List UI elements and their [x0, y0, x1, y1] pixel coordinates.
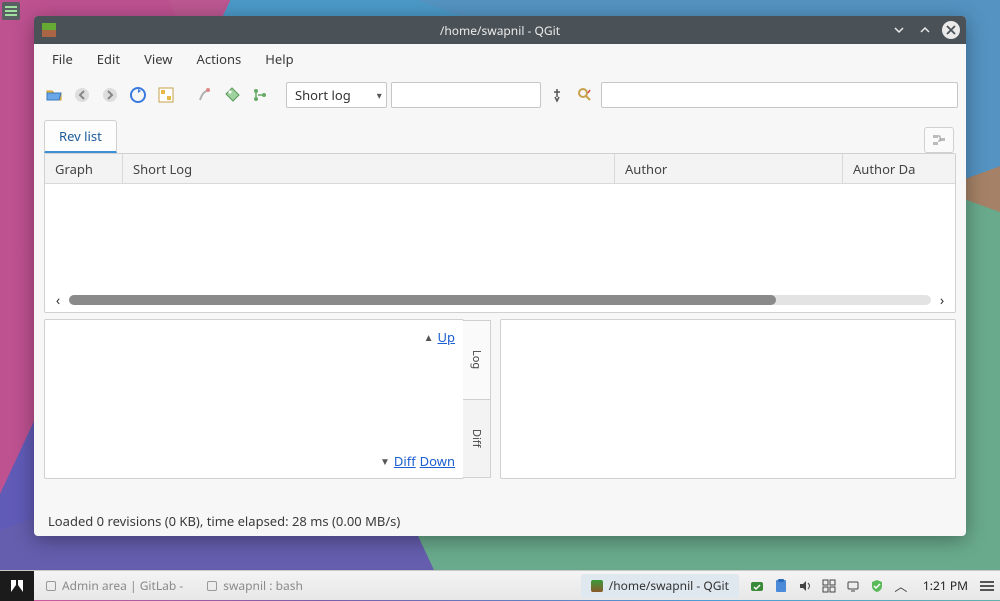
menu-help[interactable]: Help	[253, 46, 305, 72]
tray-expand-icon[interactable]: ︿	[893, 578, 909, 594]
volume-icon[interactable]	[797, 578, 813, 594]
task-label: swapnil : bash	[223, 577, 303, 594]
tag-button[interactable]	[220, 83, 244, 107]
task-label: Admin area | GitLab -	[62, 577, 183, 594]
search-input[interactable]	[601, 82, 958, 108]
statusbar: Loaded 0 revisions (0 KB), time elapsed:…	[34, 506, 966, 536]
clock[interactable]: 1:21 PM	[917, 577, 974, 594]
side-tab-diff[interactable]: Diff	[463, 399, 491, 479]
clipboard-icon[interactable]	[773, 578, 789, 594]
system-tray: ︿	[741, 578, 917, 594]
side-tab-log[interactable]: Log	[463, 320, 491, 399]
task-qgit[interactable]: /home/swapnil - QGit	[581, 574, 739, 598]
window-icon	[207, 581, 217, 591]
panel-menu-button[interactable]	[2, 2, 20, 20]
col-graph[interactable]: Graph	[45, 154, 123, 183]
chevron-down-icon: ▾	[377, 88, 382, 102]
detail-pane[interactable]	[500, 319, 956, 479]
table-body[interactable]	[45, 184, 955, 288]
revision-table: Graph Short Log Author Author Da ‹ ›	[44, 153, 956, 313]
menu-edit[interactable]: Edit	[85, 46, 132, 72]
scroll-left-icon[interactable]: ‹	[51, 291, 65, 310]
log-diff-pane[interactable]: ▲ Up ▼ Diff Down Log Diff	[44, 319, 464, 479]
task-label: /home/swapnil - QGit	[609, 577, 729, 594]
menubar: File Edit View Actions Help	[34, 44, 966, 74]
log-format-combo[interactable]: Short log ▾	[286, 82, 387, 108]
mailmap-button[interactable]	[192, 83, 216, 107]
minimize-button[interactable]	[890, 21, 908, 39]
diff-link[interactable]: Diff	[394, 452, 416, 470]
menu-view[interactable]: View	[132, 46, 184, 72]
branch-button[interactable]	[248, 83, 272, 107]
menu-file[interactable]: File	[40, 46, 85, 72]
filter-input[interactable]	[391, 82, 541, 108]
find-button[interactable]	[573, 83, 597, 107]
titlebar[interactable]: /home/swapnil - QGit	[34, 16, 966, 44]
qgit-window: /home/swapnil - QGit File Edit View Acti…	[34, 16, 966, 536]
filter-tree-button[interactable]	[154, 83, 178, 107]
scroll-right-icon[interactable]: ›	[935, 291, 949, 310]
tabs-row: Rev list	[34, 116, 966, 153]
up-link-row: ▲ Up	[424, 328, 455, 346]
scroll-thumb[interactable]	[69, 295, 776, 305]
updates-icon[interactable]	[749, 578, 765, 594]
up-link[interactable]: Up	[438, 328, 456, 346]
col-authordate[interactable]: Author Da	[843, 154, 955, 183]
toggle-tree-button[interactable]	[924, 127, 954, 153]
status-text: Loaded 0 revisions (0 KB), time elapsed:…	[48, 512, 400, 530]
window-title: /home/swapnil - QGit	[34, 22, 966, 39]
down-link[interactable]: Down	[420, 452, 455, 470]
down-link-row: ▼ Diff Down	[380, 452, 455, 470]
table-header: Graph Short Log Author Author Da	[45, 154, 955, 184]
close-button[interactable]	[942, 21, 960, 39]
tab-rev-list[interactable]: Rev list	[44, 120, 117, 153]
pin-filter-button[interactable]	[545, 83, 569, 107]
forward-button[interactable]	[98, 83, 122, 107]
open-folder-button[interactable]	[42, 83, 66, 107]
refresh-button[interactable]	[126, 83, 150, 107]
toolbar: Short log ▾	[34, 74, 966, 116]
app-icon	[42, 23, 56, 37]
workspace-icon[interactable]	[821, 578, 837, 594]
col-shortlog[interactable]: Short Log	[123, 154, 615, 183]
window-icon	[46, 581, 56, 591]
network-icon[interactable]	[845, 578, 861, 594]
task-bash[interactable]: swapnil : bash	[197, 574, 313, 598]
triangle-up-icon: ▲	[424, 330, 434, 344]
kickoff-menu-button[interactable]	[0, 571, 34, 601]
task-gitlab[interactable]: Admin area | GitLab -	[36, 574, 193, 598]
scroll-track[interactable]	[69, 295, 931, 305]
triangle-down-icon: ▼	[380, 454, 390, 468]
maximize-button[interactable]	[916, 21, 934, 39]
shield-icon[interactable]	[869, 578, 885, 594]
panel-options-button[interactable]	[974, 581, 1000, 591]
horizontal-scrollbar[interactable]: ‹ ›	[45, 288, 955, 312]
taskbar: Admin area | GitLab - swapnil : bash /ho…	[0, 570, 1000, 600]
menu-actions[interactable]: Actions	[185, 46, 254, 72]
col-author[interactable]: Author	[615, 154, 843, 183]
combo-label: Short log	[295, 86, 351, 104]
qgit-icon	[591, 580, 603, 592]
back-button[interactable]	[70, 83, 94, 107]
